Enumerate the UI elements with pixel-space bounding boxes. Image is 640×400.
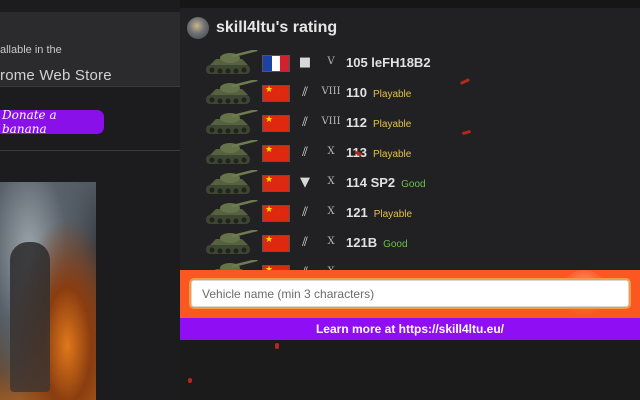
status-badge: Playable <box>372 89 412 100</box>
vehicle-name-cell: 121B Good <box>346 235 408 250</box>
vehicle-name: 105 leFH18B2 <box>346 55 431 70</box>
vehicle-name: 114 SP2 <box>346 175 396 190</box>
vehicle-name-cell: 112 Playable <box>346 115 411 130</box>
heavy-tank-icon: ⫽ <box>302 115 308 130</box>
store-badge-small-text: allable in the <box>0 44 62 56</box>
tier-label: VIII <box>321 116 341 127</box>
vehicle-name: 110 <box>346 85 367 100</box>
ember-decoration <box>188 378 192 383</box>
vehicle-row[interactable]: ■ V 105 leFH18B2 <box>180 48 640 78</box>
vehicle-name: 121 <box>346 205 368 220</box>
chrome-web-store-badge[interactable]: allable in the rome Web Store <box>0 12 180 87</box>
china-flag-icon <box>262 145 290 162</box>
status-badge: Good <box>401 179 426 190</box>
vehicle-name: 112 <box>346 115 367 130</box>
heavy-tank-icon: ⫽ <box>302 235 308 250</box>
china-flag-icon <box>262 85 290 102</box>
tank-icon <box>215 260 258 270</box>
ember-decoration <box>275 343 279 349</box>
vehicle-name-cell: 121 Playable <box>346 205 412 220</box>
heavy-tank-icon: ⫽ <box>302 85 308 100</box>
vehicle-row[interactable]: ⫽X <box>180 258 640 270</box>
china-flag-icon <box>262 115 290 132</box>
tier-label: X <box>327 236 335 247</box>
status-badge: Playable <box>372 119 412 130</box>
vehicle-search-input[interactable] <box>191 280 629 307</box>
promo-image <box>0 182 96 400</box>
donate-button[interactable]: Donate a banana <box>0 108 104 136</box>
tier-label: X <box>327 176 335 187</box>
vehicle-list: ■ V 105 leFH18B2 ⫽ VIII 110 Playable ⫽ VIII 112 Pl… <box>180 48 640 270</box>
background-page: allable in the rome Web Store Donate a b… <box>0 0 180 400</box>
popup-header: skill4ltu's rating <box>180 8 640 48</box>
logo-icon <box>187 17 209 39</box>
status-badge: Good <box>383 239 408 250</box>
vehicle-row[interactable]: ⫽ VIII 112 Playable <box>180 108 640 138</box>
tank-icon <box>206 50 258 74</box>
status-badge: Playable <box>372 149 412 160</box>
tank-icon <box>206 110 258 134</box>
poster-figure <box>10 242 50 392</box>
search-bar <box>180 270 640 318</box>
square-icon: ■ <box>298 55 312 70</box>
tank-icon <box>206 200 258 224</box>
heavy-tank-icon: ⫽ <box>302 205 308 220</box>
rating-popup: skill4ltu's rating ■ V 105 leFH18B2 ⫽ VIII 11… <box>180 8 640 340</box>
tank-destroyer-icon: ▼ <box>300 175 310 190</box>
status-badge: Playable <box>373 209 413 220</box>
vehicle-row[interactable]: ▼ X 114 SP2 Good <box>180 168 640 198</box>
tank-icon <box>206 140 258 164</box>
tier-label: X <box>327 206 335 217</box>
heavy-tank-icon: ⫽ <box>302 145 308 160</box>
vehicle-name: 121B <box>346 235 378 250</box>
china-flag-icon <box>262 235 290 252</box>
vehicle-name-cell: 105 leFH18B2 <box>346 55 431 70</box>
vehicle-row[interactable]: ⫽ X 121 Playable <box>180 198 640 228</box>
tank-icon <box>206 170 258 194</box>
divider <box>0 150 180 151</box>
tier-label: V <box>327 56 335 67</box>
store-badge-large-text: rome Web Store <box>0 67 112 84</box>
vehicle-row[interactable]: ⫽ VIII 110 Playable <box>180 78 640 108</box>
vehicle-name-cell: 110 Playable <box>346 85 411 100</box>
china-flag-icon <box>262 205 290 222</box>
vehicle-row[interactable]: ⫽ X 121B Good <box>180 228 640 258</box>
china-flag-icon <box>262 175 290 192</box>
tier-label: VIII <box>321 86 341 97</box>
tank-icon <box>206 80 258 104</box>
learn-more-link[interactable]: Learn more at https://skill4ltu.eu/ <box>180 318 640 340</box>
france-flag-icon <box>262 55 290 72</box>
vehicle-row[interactable]: ⫽X113Playable <box>180 138 640 168</box>
tank-icon <box>206 230 258 254</box>
vehicle-name-cell: 114 SP2 Good <box>346 175 426 190</box>
tier-label: X <box>327 146 335 157</box>
page-title: skill4ltu's rating <box>216 19 338 36</box>
